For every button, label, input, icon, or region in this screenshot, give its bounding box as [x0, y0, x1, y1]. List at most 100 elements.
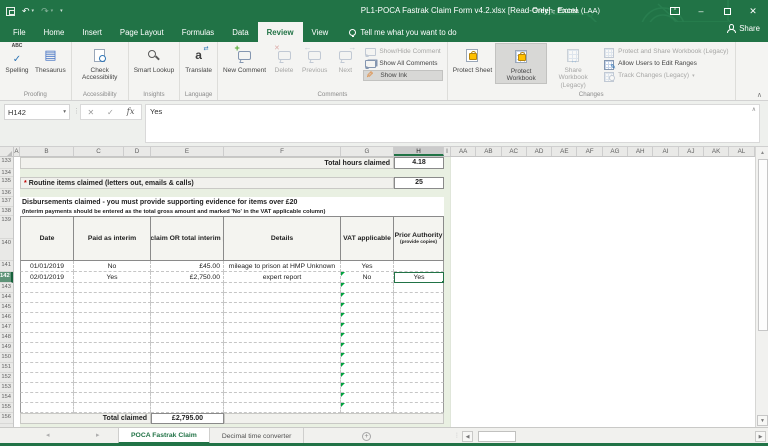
cell-H141[interactable] — [394, 261, 444, 272]
cancel-formula-icon[interactable]: ✕ — [87, 108, 94, 117]
table-header-prior-authority[interactable]: Prior Authority(provide copies) — [394, 216, 444, 261]
cell-G153[interactable] — [341, 383, 394, 393]
column-header-ac[interactable]: AC — [502, 147, 527, 156]
cell-C145[interactable] — [74, 303, 151, 313]
cell-E153[interactable] — [151, 383, 224, 393]
scroll-left-icon[interactable]: ◀ — [462, 431, 473, 442]
formula-bar-sizer[interactable]: ⋮ — [73, 107, 80, 115]
column-header-aa[interactable]: AA — [451, 147, 476, 156]
horizontal-scrollbar[interactable]: ⋮ ◀ ▶ — [452, 428, 768, 444]
column-header-e[interactable]: E — [151, 147, 224, 156]
new-sheet-button[interactable]: + — [362, 432, 371, 441]
column-header-af[interactable]: AF — [577, 147, 602, 156]
scroll-up-icon[interactable]: ▲ — [757, 148, 768, 158]
row-header-135[interactable]: 135 — [0, 177, 13, 189]
scroll-right-icon[interactable]: ▶ — [755, 431, 766, 442]
cell-G141[interactable]: Yes — [341, 261, 394, 272]
cell-C154[interactable] — [74, 393, 151, 403]
cell-F155[interactable] — [224, 403, 341, 413]
sheet-tab-decimal-time-converter[interactable]: Decimal time converter — [210, 428, 305, 444]
column-header-c[interactable]: C — [74, 147, 124, 156]
cell-E150[interactable] — [151, 353, 224, 363]
cell-C141[interactable]: No — [74, 261, 151, 272]
cell-C148[interactable] — [74, 333, 151, 343]
cell-G145[interactable] — [341, 303, 394, 313]
cell-E149[interactable] — [151, 343, 224, 353]
cell-E145[interactable] — [151, 303, 224, 313]
table-header-vat-applicable[interactable]: VAT applicable — [341, 216, 394, 261]
vertical-scrollbar[interactable]: ▲ ▼ — [755, 147, 768, 427]
cell-H144[interactable] — [394, 293, 444, 303]
sheet-area[interactable]: Total hours claimed4.18*Routine items cl… — [14, 157, 755, 427]
undo-dropdown-icon[interactable]: ▾ — [32, 8, 35, 14]
cell-F143[interactable] — [224, 283, 341, 293]
cell-E154[interactable] — [151, 393, 224, 403]
cell-C149[interactable] — [74, 343, 151, 353]
column-header-g[interactable]: G — [341, 147, 394, 156]
tab-split-handle[interactable]: ⋮ — [454, 432, 460, 439]
cell-F146[interactable] — [224, 313, 341, 323]
cell-F147[interactable] — [224, 323, 341, 333]
cell-H154[interactable] — [394, 393, 444, 403]
cell-G147[interactable] — [341, 323, 394, 333]
button-new-comment[interactable]: New Comment — [220, 43, 269, 74]
cell-F148[interactable] — [224, 333, 341, 343]
row-header-144[interactable]: 144 — [0, 293, 13, 303]
row-header-152[interactable]: 152 — [0, 373, 13, 383]
enter-formula-icon[interactable]: ✓ — [107, 108, 114, 117]
button-show-ink[interactable]: Show Ink — [363, 70, 442, 81]
row-header-145[interactable]: 145 — [0, 303, 13, 313]
table-header-details[interactable]: Details — [224, 216, 341, 261]
cell-F156[interactable] — [224, 413, 444, 424]
cell-C151[interactable] — [74, 363, 151, 373]
column-header-ab[interactable]: AB — [476, 147, 501, 156]
cell-B144[interactable] — [20, 293, 74, 303]
button-protect-workbook[interactable]: Protect Workbook — [495, 43, 547, 84]
cell-G149[interactable] — [341, 343, 394, 353]
cell-C143[interactable] — [74, 283, 151, 293]
column-header-ai[interactable]: AI — [653, 147, 678, 156]
cell-B133[interactable]: Total hours claimed — [20, 157, 394, 169]
cell-F154[interactable] — [224, 393, 341, 403]
name-box-dropdown-icon[interactable]: ▾ — [63, 109, 66, 115]
cell-E142[interactable]: £2,750.00 — [151, 272, 224, 283]
horizontal-scroll-thumb[interactable] — [478, 431, 516, 442]
vertical-scroll-thumb[interactable] — [758, 159, 768, 331]
next-sheet-icon[interactable]: ▸ — [96, 428, 100, 444]
cell-G146[interactable] — [341, 313, 394, 323]
collapse-formula-bar-icon[interactable]: ∧ — [752, 106, 756, 113]
ribbon-tab-home[interactable]: Home — [35, 22, 74, 42]
close-button[interactable]: ✕ — [740, 0, 766, 22]
cell-B155[interactable] — [20, 403, 74, 413]
column-header-d[interactable]: D — [124, 147, 151, 156]
signed-in-user[interactable]: Green, Emma (LAA) — [532, 0, 600, 22]
column-header-h[interactable]: H — [394, 147, 444, 156]
row-header-141[interactable]: 141 — [0, 261, 13, 272]
cell-C153[interactable] — [74, 383, 151, 393]
cell-B151[interactable] — [20, 363, 74, 373]
cell-B149[interactable] — [20, 343, 74, 353]
cell-B142[interactable]: 02/01/2019 — [20, 272, 74, 283]
row-header-134[interactable]: 134 — [0, 169, 13, 177]
ribbon-tab-view[interactable]: View — [303, 22, 338, 42]
cell-F150[interactable] — [224, 353, 341, 363]
cell-D156[interactable]: Total claimed — [20, 413, 151, 424]
cell-C155[interactable] — [74, 403, 151, 413]
cell-F149[interactable] — [224, 343, 341, 353]
cell-F153[interactable] — [224, 383, 341, 393]
column-header-ad[interactable]: AD — [527, 147, 552, 156]
column-header-ag[interactable]: AG — [603, 147, 628, 156]
ribbon-tab-file[interactable]: File — [4, 22, 35, 42]
ribbon-tab-review[interactable]: Review — [258, 22, 303, 42]
row-header-140[interactable]: 140 — [0, 239, 13, 261]
cell-H155[interactable] — [394, 403, 444, 413]
cell-C147[interactable] — [74, 323, 151, 333]
cell-B141[interactable]: 01/01/2019 — [20, 261, 74, 272]
sheet-tab-poca-fastrak-claim[interactable]: POCA Fastrak Claim — [118, 428, 210, 444]
row-header-148[interactable]: 148 — [0, 333, 13, 343]
button-smart-lookup[interactable]: Smart Lookup — [131, 43, 177, 74]
row-header-133[interactable]: 133 — [0, 157, 13, 169]
cell-B152[interactable] — [20, 373, 74, 383]
table-header-date[interactable]: Date — [20, 216, 74, 261]
cell-B147[interactable] — [20, 323, 74, 333]
